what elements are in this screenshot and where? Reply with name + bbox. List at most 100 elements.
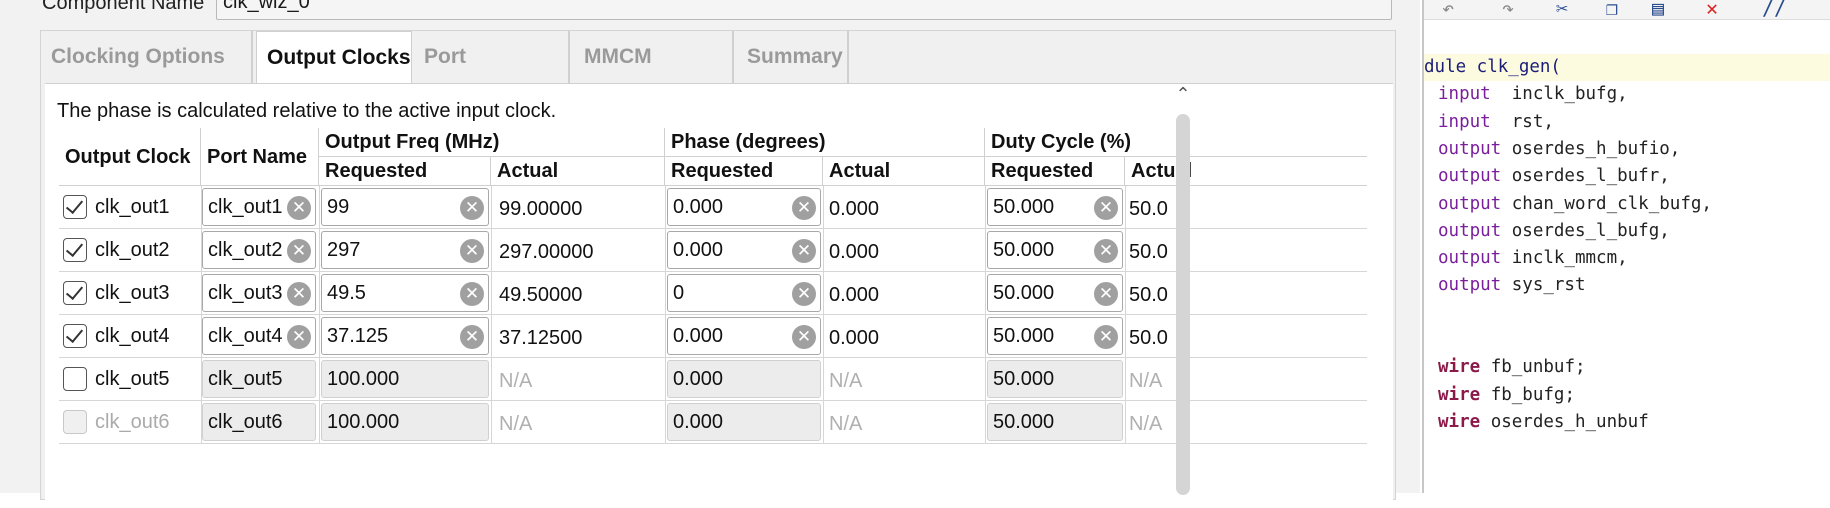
phase-requested-input[interactable]: 0.000 ✕ [667, 317, 821, 355]
output-clocks-content: The phase is calculated relative to the … [45, 83, 1393, 503]
phase-note: The phase is calculated relative to the … [57, 100, 557, 122]
column-divider [823, 315, 824, 358]
enable-checkbox[interactable] [63, 238, 87, 262]
column-divider [491, 186, 492, 229]
component-name-input[interactable]: clk_wiz_0 [216, 0, 1392, 20]
phase-requested-input[interactable]: 0.000 ✕ [667, 188, 821, 226]
column-divider [665, 229, 666, 272]
duty-requested-input-value: 50.000 [993, 239, 1055, 261]
keyword: wire [1438, 411, 1481, 432]
port-name-input[interactable]: clk_out1 ✕ [202, 188, 316, 226]
identifier: chan_word_clk_bufg, [1501, 193, 1712, 214]
phase-actual-value: N/A [829, 370, 863, 392]
column-divider [1125, 229, 1126, 272]
clear-icon[interactable]: ✕ [460, 282, 484, 306]
port-name-input-value: clk_out6 [208, 411, 283, 433]
chevron-up-icon[interactable]: ⌃ [1173, 84, 1193, 108]
port-name-input[interactable]: clk_out4 ✕ [202, 317, 316, 355]
header-duty-requested: Requested [985, 157, 1125, 186]
code-line: output oserdes_l_bufg, [1438, 218, 1670, 245]
comment-icon[interactable]: // [1762, 0, 1786, 20]
column-divider [491, 358, 492, 401]
keyword: output [1438, 138, 1502, 159]
tab-port-renaming[interactable]: Port Renaming [414, 31, 570, 120]
enable-checkbox[interactable] [63, 367, 87, 391]
tab-clocking-options[interactable]: Clocking Options [41, 31, 253, 83]
freq-requested-input[interactable]: 37.125 ✕ [321, 317, 489, 355]
clear-icon[interactable]: ✕ [460, 239, 484, 263]
freq-requested-input[interactable]: 99 ✕ [321, 188, 489, 226]
tab-output-clocks[interactable]: Output Clocks [256, 31, 412, 85]
column-divider [201, 358, 202, 401]
clear-icon[interactable]: ✕ [792, 196, 816, 220]
editor-toolbar: ↶ ↷ ✂ ❐ ▤ ✕ // [1424, 0, 1830, 20]
header-phase-actual: Actual [823, 157, 985, 186]
phase-requested-input[interactable]: 0 ✕ [667, 274, 821, 312]
header-output-freq: Output Freq (MHz) [319, 128, 665, 157]
clear-icon[interactable]: ✕ [287, 239, 311, 263]
options-panel: Clocking Options Output Clocks Port Rena… [40, 30, 1396, 503]
enable-checkbox[interactable] [63, 195, 87, 219]
freq-requested-input-value: 100.000 [327, 411, 400, 433]
freq-requested-input-value: 49.5 [327, 282, 366, 304]
code-editor[interactable]: ↶ ↷ ✂ ❐ ▤ ✕ // dule clk_gen(input inclk_… [1422, 0, 1830, 493]
duty-requested-input: 50.000 [987, 360, 1123, 398]
clear-icon[interactable]: ✕ [287, 196, 311, 220]
column-divider [201, 401, 202, 444]
clear-icon[interactable]: ✕ [1094, 325, 1118, 349]
clear-icon[interactable]: ✕ [1094, 239, 1118, 263]
cut-icon[interactable]: ✂ [1556, 0, 1568, 20]
output-clocks-table: Output Clock Port Name Output Freq (MHz)… [59, 128, 1367, 508]
clear-icon[interactable]: ✕ [792, 282, 816, 306]
freq-requested-input[interactable]: 297 ✕ [321, 231, 489, 269]
clear-icon[interactable]: ✕ [460, 325, 484, 349]
freq-requested-input-value: 99 [327, 196, 350, 218]
keyword: output [1438, 248, 1502, 269]
phase-requested-input-value: 0 [673, 282, 685, 304]
header-phase: Phase (degrees) [665, 128, 985, 157]
phase-actual-value: 0.000 [829, 198, 880, 220]
copy-icon[interactable]: ❐ [1606, 0, 1618, 20]
tab-mmcm-settings[interactable]: MMCM Settings [574, 31, 734, 120]
duty-requested-input-value: 50.000 [993, 282, 1055, 304]
clear-icon[interactable]: ✕ [792, 325, 816, 349]
clear-icon[interactable]: ✕ [287, 325, 311, 349]
freq-actual-value: 37.12500 [499, 327, 583, 349]
clear-icon[interactable]: ✕ [1094, 196, 1118, 220]
enable-checkbox[interactable] [63, 324, 87, 348]
redo-icon[interactable]: ↷ [1502, 0, 1514, 20]
freq-requested-input[interactable]: 49.5 ✕ [321, 274, 489, 312]
phase-requested-input[interactable]: 0.000 ✕ [667, 231, 821, 269]
identifier: fb_bufg; [1480, 384, 1575, 405]
keyword: output [1438, 193, 1502, 214]
paste-icon[interactable]: ▤ [1652, 0, 1664, 20]
column-divider [665, 358, 666, 401]
phase-requested-input-value: 0.000 [673, 325, 724, 347]
clear-icon[interactable]: ✕ [287, 282, 311, 306]
undo-icon[interactable]: ↶ [1442, 0, 1454, 20]
duty-actual-value: N/A [1129, 370, 1163, 392]
scrollbar-thumb[interactable] [1176, 114, 1190, 495]
phase-requested-input-value: 0.000 [673, 368, 724, 390]
vertical-scrollbar[interactable]: ⌃ [1173, 84, 1193, 495]
duty-requested-input[interactable]: 50.000 ✕ [987, 188, 1123, 226]
duty-requested-input[interactable]: 50.000 ✕ [987, 274, 1123, 312]
clear-icon[interactable]: ✕ [460, 196, 484, 220]
port-name-input[interactable]: clk_out3 ✕ [202, 274, 316, 312]
delete-icon[interactable]: ✕ [1706, 0, 1718, 20]
freq-requested-input: 100.000 [321, 403, 489, 441]
freq-actual-value: 49.50000 [499, 284, 583, 306]
column-divider [985, 229, 986, 272]
clear-icon[interactable]: ✕ [1094, 282, 1118, 306]
identifier: fb_unbuf; [1480, 357, 1586, 378]
duty-requested-input[interactable]: 50.000 ✕ [987, 317, 1123, 355]
keyword: input [1438, 84, 1502, 105]
clear-icon[interactable]: ✕ [792, 239, 816, 263]
enable-checkbox[interactable] [63, 281, 87, 305]
column-divider [665, 401, 666, 444]
duty-requested-input[interactable]: 50.000 ✕ [987, 231, 1123, 269]
table-row: clk_out4 clk_out4 ✕ 37.125 ✕ 37.12500 0.000 ✕ 0.… [59, 315, 1367, 358]
freq-requested-input-value: 37.125 [327, 325, 389, 347]
port-name-input[interactable]: clk_out2 ✕ [202, 231, 316, 269]
tab-summary[interactable]: Summary [737, 31, 849, 83]
